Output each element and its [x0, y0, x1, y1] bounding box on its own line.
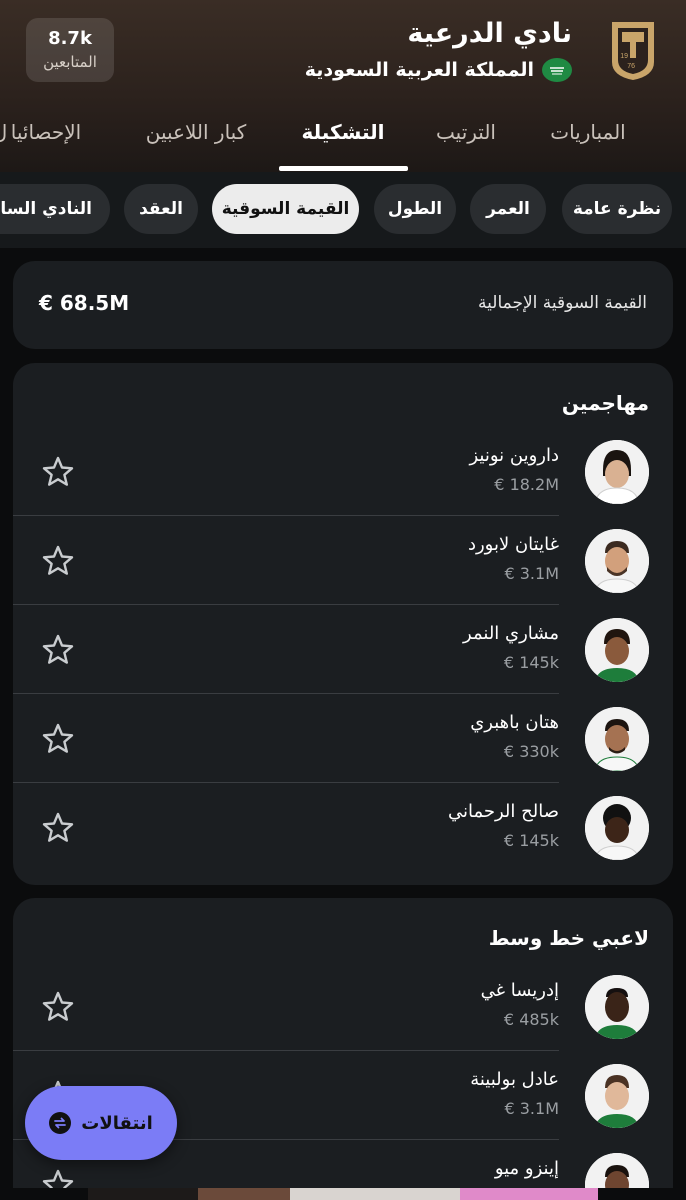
favorite-star-icon[interactable]	[41, 990, 75, 1024]
total-value-amount: € 68.5M	[39, 291, 130, 315]
player-market-value: € 145k	[503, 831, 559, 850]
club-tabs: ل المباريات الترتيب التشكيلة كبار اللاعب…	[0, 108, 686, 172]
chip-overview[interactable]: نظرة عامة	[562, 184, 672, 234]
player-market-value: € 330k	[503, 742, 559, 761]
player-name: عادل بولبينة	[470, 1069, 559, 1090]
favorite-star-icon[interactable]	[41, 811, 75, 845]
favorite-star-icon[interactable]	[41, 455, 75, 489]
total-value-label: القيمة السوقية الإجمالية	[478, 293, 647, 313]
player-name: داروين نونيز	[469, 445, 559, 466]
transfer-arrows-icon	[49, 1112, 72, 1134]
player-row[interactable]: إدريسا غي € 485k	[13, 962, 673, 1051]
player-avatar	[585, 529, 649, 593]
tab-overview-partial[interactable]: ل	[0, 120, 7, 144]
chip-market-value[interactable]: القيمة السوقية	[212, 184, 359, 234]
player-name: مشاري النمر	[463, 623, 559, 644]
player-avatar	[585, 618, 649, 682]
followers-label: المتابعين	[43, 53, 97, 71]
favorite-star-icon[interactable]	[41, 633, 75, 667]
tab-standings[interactable]: الترتيب	[436, 120, 496, 144]
player-name: إدريسا غي	[480, 980, 559, 1001]
player-row[interactable]: داروين نونيز € 18.2M	[13, 427, 673, 516]
total-market-value-card: القيمة السوقية الإجمالية € 68.5M	[13, 261, 673, 349]
player-avatar	[585, 440, 649, 504]
favorite-star-icon[interactable]	[41, 544, 75, 578]
player-row[interactable]: مشاري النمر € 145k	[13, 605, 673, 694]
player-row[interactable]: هتان باهبري € 330k	[13, 694, 673, 783]
sort-chips-bar: نظرة عامة العمر الطول القيمة السوقية الع…	[0, 172, 686, 248]
ad-image	[198, 1188, 290, 1200]
player-avatar	[585, 707, 649, 771]
saudi-flag-icon	[542, 58, 572, 82]
followers-badge[interactable]: 8.7k المتابعين	[26, 18, 114, 82]
player-name: إينزو ميو	[494, 1158, 559, 1179]
tab-matches[interactable]: المباريات	[550, 120, 626, 144]
favorite-star-icon[interactable]	[41, 722, 75, 756]
player-name: هتان باهبري	[470, 712, 559, 733]
ad-image	[290, 1188, 460, 1200]
logo-year-bottom: 76	[627, 63, 635, 70]
squad-content: القيمة السوقية الإجمالية € 68.5M مهاجمين…	[0, 248, 686, 1200]
club-header: 19 76 نادي الدرعية المملكة العربية السعو…	[0, 0, 686, 172]
logo-year-top: 19	[620, 53, 628, 60]
chip-age[interactable]: العمر	[470, 184, 546, 234]
tab-top-players[interactable]: كبار اللاعبين	[146, 120, 246, 144]
player-market-value: € 3.1M	[504, 1099, 559, 1118]
followers-count: 8.7k	[48, 28, 92, 49]
club-name: نادي الدرعية	[407, 18, 572, 49]
club-country: المملكة العربية السعودية	[305, 58, 572, 82]
active-tab-indicator	[279, 166, 408, 171]
section-title: لاعبي خط وسط	[488, 926, 649, 950]
player-row[interactable]: غايتان لابورد € 3.1M	[13, 516, 673, 605]
tab-stats[interactable]: الإحصائيا	[11, 120, 81, 144]
player-name: غايتان لابورد	[467, 534, 559, 555]
forwards-section: مهاجمين داروين نونيز € 18.2M غايتان لابو…	[13, 363, 673, 885]
tab-squad[interactable]: التشكيلة	[302, 120, 385, 144]
chip-contract[interactable]: العقد	[124, 184, 198, 234]
ad-image	[88, 1188, 198, 1200]
player-market-value: € 18.2M	[494, 475, 559, 494]
player-avatar	[585, 796, 649, 860]
bottom-ad-strip	[0, 1188, 686, 1200]
chip-previous-club[interactable]: النادي السابق	[0, 184, 110, 234]
player-avatar	[585, 975, 649, 1039]
player-market-value: € 485k	[503, 1010, 559, 1029]
country-name: المملكة العربية السعودية	[304, 59, 534, 81]
club-logo: 19 76	[608, 18, 658, 82]
transfers-label: انتقالات	[81, 1112, 153, 1134]
player-name: صالح الرحماني	[447, 801, 559, 822]
player-market-value: € 3.1M	[504, 564, 559, 583]
section-title: مهاجمين	[561, 391, 649, 415]
player-avatar	[585, 1064, 649, 1128]
chip-height[interactable]: الطول	[374, 184, 456, 234]
transfers-button[interactable]: انتقالات	[25, 1086, 177, 1160]
ad-image	[460, 1188, 598, 1200]
player-row[interactable]: صالح الرحماني € 145k	[13, 783, 673, 872]
player-market-value: € 145k	[503, 653, 559, 672]
